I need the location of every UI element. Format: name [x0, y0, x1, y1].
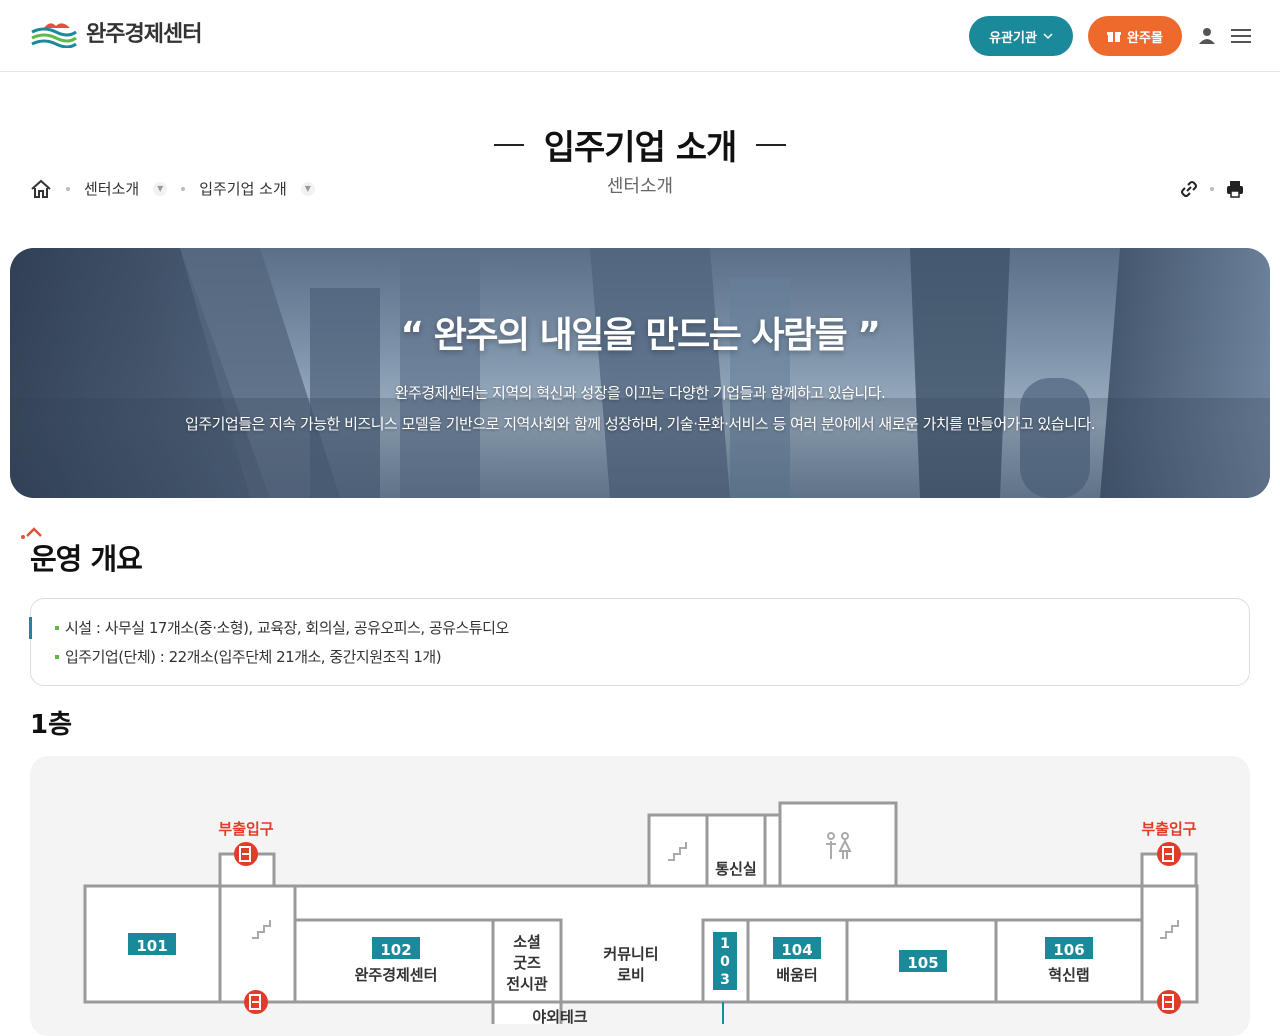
banner-description-2: 입주기업들은 지속 가능한 비즈니스 모델을 기반으로 지역사회와 함께 성장하… — [185, 415, 1095, 433]
stair-right — [1140, 884, 1199, 1004]
home-icon[interactable] — [30, 179, 52, 199]
bullet-icon — [55, 625, 59, 630]
exit-icon — [1157, 990, 1181, 1014]
link-icon[interactable] — [1180, 180, 1198, 198]
exit-label: 부출입구 — [1141, 820, 1196, 838]
community-label-line: 커뮤니티 — [603, 945, 658, 963]
room-102-name: 완주경제센터 — [355, 966, 438, 984]
room-104-number: 104 — [781, 941, 812, 959]
room-105-number: 105 — [907, 954, 938, 972]
exit-icon — [1157, 842, 1181, 866]
gift-icon — [1107, 32, 1122, 42]
stair-room — [647, 813, 709, 888]
telecom-label: 통신실 — [715, 860, 756, 878]
floor-plan: 부출입구 부출입구 통신실 101 102 완주경제센터 1 0 3 104 배… — [30, 756, 1250, 1036]
title-dash-right — [756, 143, 787, 146]
room-103-number-digit: 3 — [720, 972, 730, 988]
social-label-line: 굿즈 — [513, 954, 541, 972]
floor-plan-map: 부출입구 부출입구 통신실 101 102 완주경제센터 1 0 3 104 배… — [83, 801, 1199, 1024]
room-104 — [746, 918, 849, 1004]
overview-item-text: 입주기업(단체) : 22개소(입주단체 21개소, 중간지원조직 1개) — [65, 648, 442, 666]
page-title-block: 입주기업 소개 — [0, 120, 1280, 169]
outdoor-deck-label: 야외테크 — [532, 1008, 587, 1024]
breadcrumb-separator — [181, 186, 186, 191]
site-header: 완주경제센터 유관기관 완주몰 — [0, 0, 1280, 72]
room-102 — [293, 918, 495, 1004]
banner-quote: “ 완주의 내일을 만드는 사람들 ” — [400, 315, 881, 356]
overview-item-companies: 입주기업(단체) : 22개소(입주단체 21개소, 중간지원조직 1개) — [55, 646, 442, 667]
room-106-number: 106 — [1053, 941, 1084, 959]
room-101-number: 101 — [136, 937, 167, 955]
city-skyline-image — [10, 248, 1270, 498]
breadcrumb-item-center[interactable]: 센터소개 — [84, 178, 139, 199]
agency-button-label: 유관기관 — [989, 30, 1037, 46]
agency-dropdown-button[interactable]: 유관기관 — [969, 16, 1073, 56]
print-icon[interactable] — [1226, 180, 1244, 198]
exit-icon — [244, 990, 268, 1014]
breadcrumb: 센터소개 ▼ 입주기업 소개 ▼ — [30, 178, 315, 199]
mall-button[interactable]: 완주몰 — [1088, 16, 1182, 56]
social-label-line: 소셜 — [513, 933, 541, 951]
info-accent-bar — [29, 617, 32, 639]
banner-description-1: 완주경제센터는 지역의 혁신과 성장을 이끄는 다양한 기업들과 함께하고 있습… — [394, 384, 886, 402]
site-logo[interactable]: 완주경제센터 — [30, 16, 202, 48]
room-103-number-digit: 1 — [720, 936, 730, 952]
page-tools — [1180, 180, 1244, 198]
exit-label: 부출입구 — [218, 820, 273, 838]
stair-left — [218, 884, 297, 1004]
page-title-text: 입주기업 소개 — [543, 128, 738, 168]
small-room — [763, 813, 782, 888]
overview-info-box: 시설 : 사무실 17개소(중·소형), 교육장, 회의실, 공유오피스, 공유… — [29, 598, 1250, 686]
chevron-down-icon[interactable]: ▼ — [300, 181, 315, 196]
breadcrumb-item-companies[interactable]: 입주기업 소개 — [199, 178, 287, 199]
breadcrumb-separator — [66, 186, 70, 191]
menu-icon[interactable] — [1229, 24, 1253, 48]
overview-section-title: 운영 개요 — [30, 542, 143, 576]
logo-icon — [31, 23, 77, 48]
chevron-down-icon — [1043, 33, 1053, 40]
logo-text: 완주경제센터 — [86, 22, 202, 47]
bullet-icon — [55, 654, 59, 659]
hero-banner: “ 완주의 내일을 만드는 사람들 ” 완주경제센터는 지역의 혁신과 성장을 … — [10, 248, 1270, 498]
room-106-name: 혁신랩 — [1048, 966, 1089, 984]
user-icon[interactable] — [1195, 24, 1219, 48]
room-104-name: 배움터 — [776, 966, 817, 984]
room-106 — [994, 918, 1144, 1004]
title-dash-left — [493, 143, 524, 146]
overview-item-text: 시설 : 사무실 17개소(중·소형), 교육장, 회의실, 공유오피스, 공유… — [65, 619, 509, 637]
community-label-line: 로비 — [617, 966, 645, 984]
tools-separator — [1210, 187, 1214, 191]
floor-title: 1층 — [30, 710, 73, 740]
room-103-number-digit: 0 — [720, 954, 730, 970]
restroom — [778, 801, 898, 888]
chevron-down-icon[interactable]: ▼ — [153, 181, 168, 196]
room-102-number: 102 — [380, 941, 411, 959]
mall-button-label: 완주몰 — [1127, 30, 1163, 46]
page-title: 입주기업 소개 — [493, 120, 787, 169]
exit-icon — [234, 842, 258, 866]
social-label-line: 전시관 — [506, 975, 548, 993]
overview-item-facilities: 시설 : 사무실 17개소(중·소형), 교육장, 회의실, 공유오피스, 공유… — [55, 617, 509, 638]
